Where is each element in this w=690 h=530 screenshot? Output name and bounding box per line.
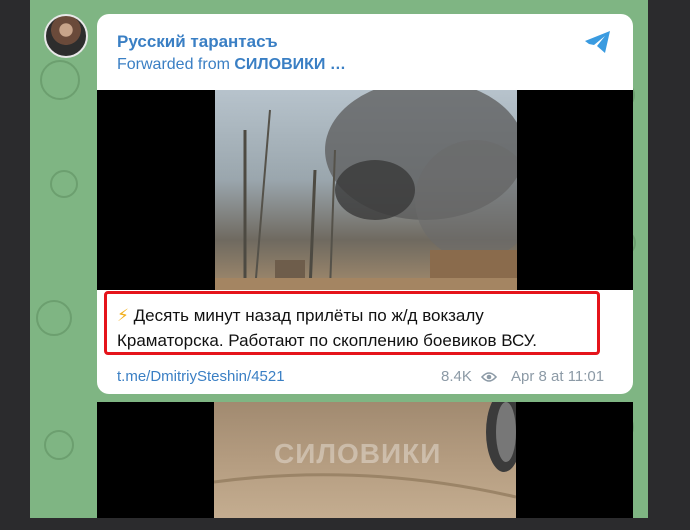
- video-letterbox-right: [516, 402, 633, 518]
- message-footer: t.me/DmitriySteshin/4521 8.4K Apr 8 at 1…: [117, 368, 617, 390]
- video-watermark: СИЛОВИКИ: [274, 438, 442, 469]
- forwarded-source[interactable]: СИЛОВИКИ …: [234, 56, 346, 73]
- channel-name[interactable]: Русский тарантасъ: [117, 32, 278, 52]
- view-count: 8.4K: [441, 368, 472, 385]
- channel-avatar[interactable]: [44, 14, 88, 58]
- telegram-icon[interactable]: [583, 28, 613, 56]
- forwarded-prefix: Forwarded from: [117, 56, 235, 73]
- forwarded-from[interactable]: Forwarded from СИЛОВИКИ …: [117, 56, 346, 74]
- video-preview[interactable]: [97, 90, 633, 290]
- message-link[interactable]: t.me/DmitriySteshin/4521: [117, 368, 285, 385]
- message-timestamp: Apr 8 at 11:01: [511, 368, 605, 385]
- video-preview-bottom[interactable]: СИЛОВИКИ: [214, 402, 516, 518]
- message-header: Русский тарантасъ Forwarded from СИЛОВИК…: [97, 14, 633, 90]
- video-letterbox-left: [97, 402, 214, 518]
- eye-icon: [481, 372, 497, 382]
- highlight-box: [104, 291, 600, 355]
- video-frame[interactable]: [215, 90, 517, 290]
